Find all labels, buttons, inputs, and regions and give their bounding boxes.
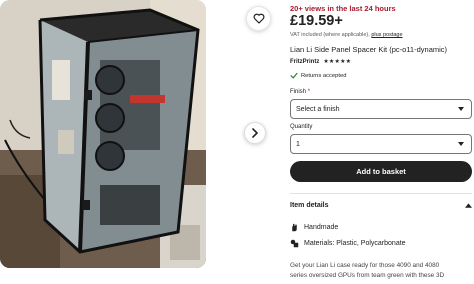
add-to-basket-button[interactable]: Add to basket [290,161,472,182]
chevron-down-icon [458,107,464,111]
finish-label-text: Finish [290,89,307,95]
finish-select[interactable]: Select a finish [290,99,472,119]
materials-icon [290,239,299,248]
item-details-toggle[interactable]: Item details [290,202,472,209]
postage-link[interactable]: plus postage [371,32,402,38]
chevron-up-icon [465,203,472,208]
shop-row: FritzPrintz ★★★★★ [290,58,351,66]
favorite-button[interactable] [246,6,271,31]
item-details-title: Item details [290,202,329,209]
finish-select-value: Select a finish [296,105,340,113]
vat-note: VAT included (where applicable), plus po… [290,32,403,38]
heart-icon [253,13,264,24]
finish-label: Finish * [290,89,310,95]
divider [290,193,472,194]
product-image[interactable] [0,0,206,268]
check-icon [290,72,298,79]
chevron-right-icon [252,128,258,138]
quantity-select-value: 1 [296,140,300,148]
views-count: 20+ views in the last 24 hours [290,4,396,13]
vat-text: VAT included (where applicable), [290,32,370,38]
shop-name-link[interactable]: FritzPrintz [290,59,319,65]
returns-row: Returns accepted [290,72,346,79]
product-title: Lian Li Side Panel Spacer Kit (pc-o11-dy… [290,45,448,54]
product-info-panel: 20+ views in the last 24 hours £19.59+ V… [290,0,472,284]
product-description: Get your Lian Li case ready for those 40… [290,261,472,281]
description-line-2: series oversized GPUs from team green wi… [290,272,445,279]
chevron-down-icon [458,142,464,146]
quantity-label: Quantity [290,124,313,130]
returns-text: Returns accepted [301,72,347,79]
next-image-button[interactable] [244,122,266,144]
hand-icon [292,223,297,232]
description-line-1: Get your Lian Li case ready for those 40… [290,262,440,269]
quantity-select[interactable]: 1 [290,134,472,154]
rating-stars[interactable]: ★★★★★ [323,58,351,65]
required-mark: * [307,89,311,95]
materials-text: Materials: Plastic, Polycarbonate [304,240,406,247]
materials-row: Materials: Plastic, Polycarbonate [290,239,406,248]
handmade-text: Handmade [304,224,339,231]
price: £19.59+ [290,13,343,29]
handmade-row: Handmade [290,223,338,232]
pc-case-photo [0,0,206,268]
